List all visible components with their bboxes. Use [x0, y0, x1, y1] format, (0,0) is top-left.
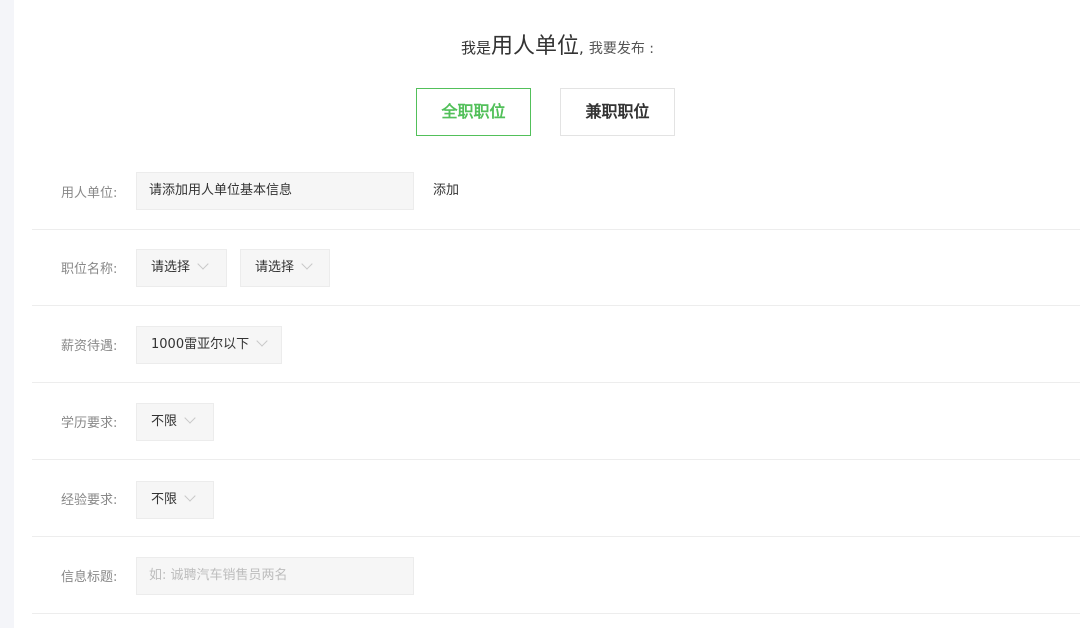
title-row: 信息标题: 如: 诚聘汽车销售员两名	[32, 537, 1080, 614]
chevron-down-icon	[184, 490, 196, 502]
title-input[interactable]: 如: 诚聘汽车销售员两名	[136, 557, 414, 595]
chevron-down-icon	[301, 258, 313, 270]
heading-comma: ,	[578, 39, 584, 57]
experience-select[interactable]: 不限	[136, 481, 214, 519]
employer-row: 用人单位: 请添加用人单位基本信息 添加	[32, 153, 1080, 230]
salary-label: 薪资待遇:	[61, 338, 118, 354]
experience-row: 经验要求: 不限	[32, 460, 1080, 537]
salary-select[interactable]: 1000雷亚尔以下	[136, 326, 282, 364]
page-heading: 我是用人单位, 我要发布 :	[0, 28, 1080, 60]
position-name-value: 请选择	[255, 260, 295, 275]
employer-field[interactable]: 请添加用人单位基本信息	[136, 172, 414, 210]
heading-prefix: 我是	[460, 39, 491, 57]
chevron-down-icon	[184, 412, 196, 424]
education-row: 学历要求: 不限	[32, 383, 1080, 460]
position-name-select[interactable]: 请选择	[240, 249, 330, 287]
education-label: 学历要求:	[61, 415, 118, 431]
salary-value: 1000雷亚尔以下	[151, 337, 250, 352]
full-time-job-button[interactable]: 全职职位	[416, 88, 531, 136]
employer-label: 用人单位:	[61, 185, 118, 201]
position-category-value: 请选择	[151, 260, 191, 275]
position-row: 职位名称: 请选择 请选择	[32, 229, 1080, 306]
chevron-down-icon	[256, 335, 268, 347]
experience-value: 不限	[151, 492, 178, 507]
part-time-job-button[interactable]: 兼职职位	[560, 88, 675, 136]
position-label: 职位名称:	[61, 261, 118, 277]
heading-tail: 我要发布 :	[588, 41, 655, 57]
salary-row: 薪资待遇: 1000雷亚尔以下	[32, 306, 1080, 383]
heading-role: 用人单位	[490, 34, 579, 59]
chevron-down-icon	[197, 258, 209, 270]
left-sidebar-rail	[0, 0, 14, 628]
title-label: 信息标题:	[61, 569, 118, 585]
add-employer-link[interactable]: 添加	[433, 172, 459, 210]
education-value: 不限	[151, 414, 178, 429]
position-category-select[interactable]: 请选择	[136, 249, 227, 287]
education-select[interactable]: 不限	[136, 403, 214, 441]
experience-label: 经验要求:	[61, 492, 118, 508]
